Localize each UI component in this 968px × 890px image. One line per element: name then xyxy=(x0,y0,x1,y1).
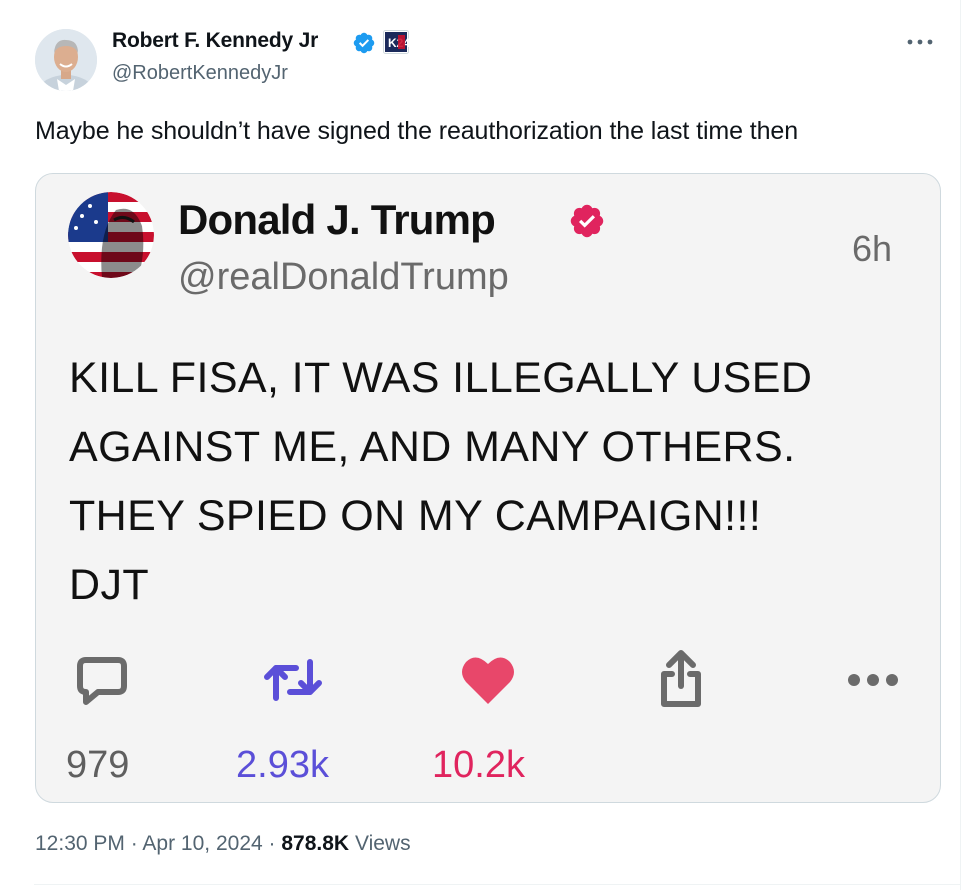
tweet-text: Maybe he shouldn’t have signed the reaut… xyxy=(35,117,799,145)
post-time[interactable]: 12:30 PM xyxy=(35,832,125,855)
quoted-body-line: KILL FISA, IT WAS ILLEGALLY USED xyxy=(69,354,813,402)
tweet-page: Robert F. Kennedy Jr K24 @RobertKennedyJ… xyxy=(0,0,968,890)
author-avatar[interactable] xyxy=(35,29,97,91)
reply-count: 979 xyxy=(66,744,130,786)
quoted-author-name: Donald J. Trump xyxy=(178,196,496,243)
more-horizontal-icon xyxy=(848,674,898,686)
column-border xyxy=(960,0,961,890)
affiliation-badge[interactable]: K24 xyxy=(383,30,410,54)
quoted-avatar xyxy=(68,192,154,278)
heart-icon xyxy=(462,657,514,704)
repost-count: 2.93k xyxy=(236,744,329,786)
views-label[interactable]: Views xyxy=(355,832,411,855)
more-horizontal-icon[interactable] xyxy=(900,32,940,52)
quoted-post-body: KILL FISA, IT WAS ILLEGALLY USED AGAINST… xyxy=(69,344,919,620)
meta-separator: · xyxy=(268,832,276,855)
quoted-body-line: THEY SPIED ON MY CAMPAIGN!!! xyxy=(69,492,762,540)
quoted-author-handle: @realDonaldTrump xyxy=(178,256,509,298)
author-handle[interactable]: @RobertKennedyJr xyxy=(112,62,288,85)
views-count[interactable]: 878.8K xyxy=(281,832,349,855)
repost-icon xyxy=(264,659,322,701)
quoted-timestamp: 6h xyxy=(852,228,893,269)
comment-icon xyxy=(77,657,127,705)
author-name[interactable]: Robert F. Kennedy Jr xyxy=(112,29,318,53)
share-icon xyxy=(661,650,701,707)
meta-separator: · xyxy=(130,832,138,855)
quoted-body-line: AGAINST ME, AND MANY OTHERS. xyxy=(69,423,796,471)
verified-badge-icon xyxy=(353,32,375,54)
divider xyxy=(34,884,960,885)
verified-badge-icon xyxy=(570,204,604,238)
post-date[interactable]: Apr 10, 2024 xyxy=(142,832,262,855)
like-count: 10.2k xyxy=(432,744,525,786)
quoted-post-card[interactable]: Donald J. Trump @realDonaldTrump 6h KILL… xyxy=(35,173,941,803)
post-meta: 12:30 PM · Apr 10, 2024 · 878.8K Views xyxy=(35,832,411,856)
quoted-body-line: DJT xyxy=(69,561,150,609)
